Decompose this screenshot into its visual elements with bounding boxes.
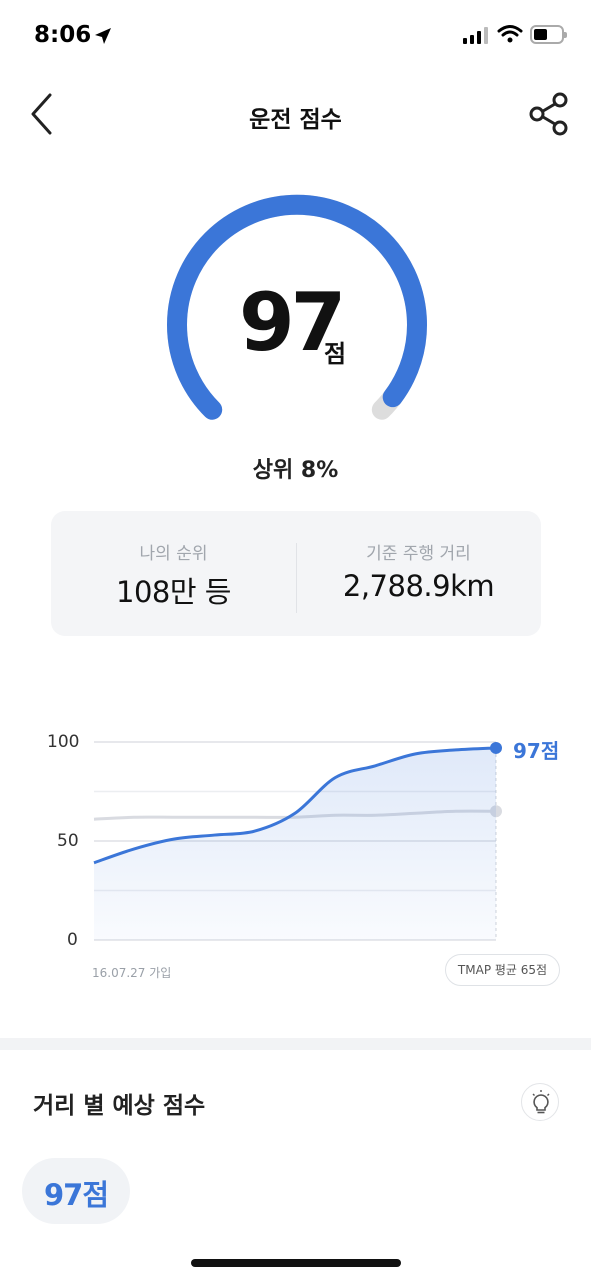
distance-stat: 기준 주행 거리 2,788.9km — [296, 511, 541, 636]
location-arrow-icon — [95, 28, 111, 44]
latest-score-label: 97점 — [513, 739, 560, 763]
wifi-icon — [497, 25, 523, 43]
share-icon — [529, 92, 568, 136]
page-title: 운전 점수 — [249, 107, 342, 133]
cellular-signal-icon — [463, 26, 488, 44]
nav-header: 운전 점수 — [0, 80, 591, 150]
stats-card: 나의 순위 108만 등 기준 주행 거리 2,788.9km — [51, 511, 541, 636]
section-title: 거리 별 예상 점수 — [33, 1093, 206, 1119]
battery-icon — [530, 25, 567, 44]
my-rank-stat: 나의 순위 108만 등 — [51, 511, 296, 636]
y-tick-label: 0 — [67, 930, 78, 950]
distance-value: 2,788.9km — [342, 569, 495, 603]
my-rank-value: 108만 등 — [116, 575, 231, 609]
home-indicator — [191, 1259, 401, 1267]
status-bar: 8:06 — [0, 0, 591, 70]
rank-percentile: 상위 8% — [252, 458, 339, 483]
my-score-point — [490, 741, 502, 754]
score-history-chart: 100 50 0 97점 16.07.27 가입 TMAP 평균 65점 — [0, 720, 591, 1000]
section-divider — [0, 1038, 591, 1050]
join-date-label: 16.07.27 가입 — [92, 966, 172, 980]
distance-score-chip[interactable]: 97점 — [22, 1158, 130, 1224]
lightbulb-icon — [532, 1090, 550, 1114]
score-unit: 점 — [324, 340, 347, 368]
my-rank-label: 나의 순위 — [139, 544, 208, 564]
tip-button[interactable] — [521, 1083, 559, 1121]
y-tick-label: 50 — [57, 831, 79, 851]
status-time: 8:06 — [34, 22, 92, 48]
y-tick-label: 100 — [47, 732, 80, 752]
distance-label: 기준 주행 거리 — [366, 544, 471, 564]
share-button[interactable] — [526, 90, 572, 138]
distance-score-value: 97점 — [43, 1178, 109, 1212]
tmap-average-badge: TMAP 평균 65점 — [445, 954, 560, 986]
